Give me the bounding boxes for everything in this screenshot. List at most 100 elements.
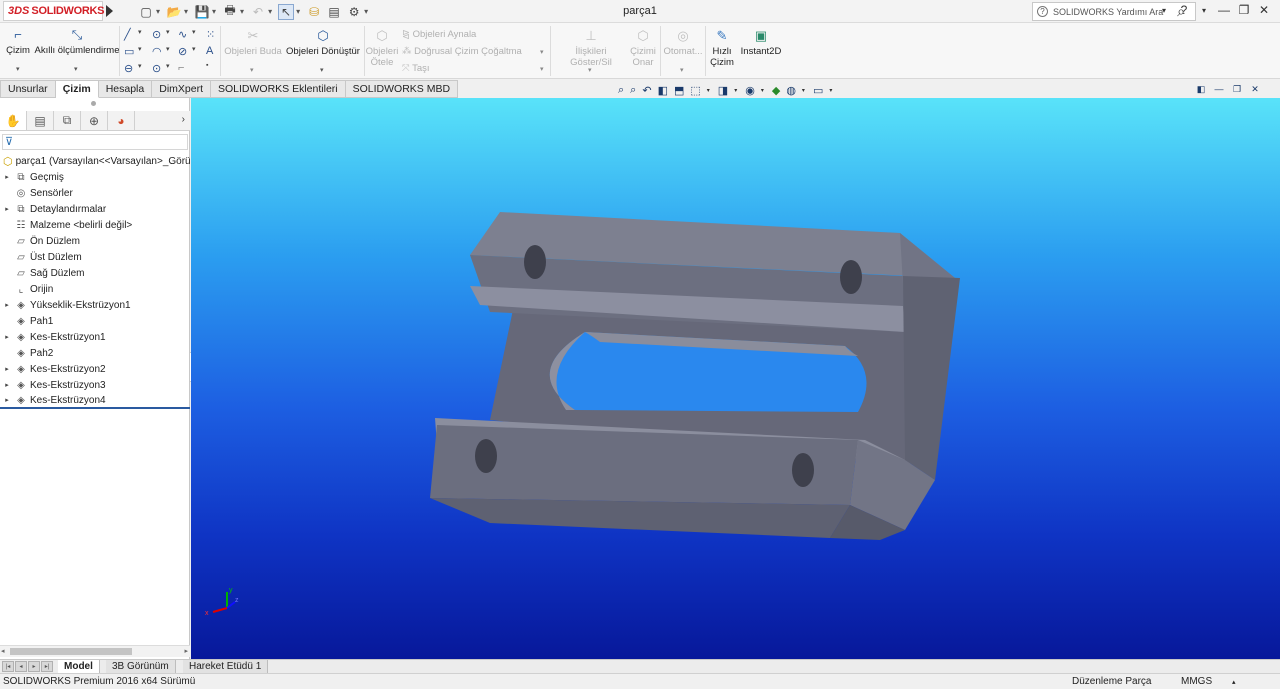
slot-dropdown-icon[interactable]: ▾ bbox=[138, 62, 142, 70]
select-icon[interactable]: ↖ bbox=[278, 3, 295, 20]
tree-item[interactable]: ▱ Ön Düzlem bbox=[0, 233, 190, 249]
view-orientation-dropdown-icon[interactable]: ▾ bbox=[707, 87, 710, 94]
select-dropdown-icon[interactable]: ▾ bbox=[296, 7, 300, 16]
previous-view-icon[interactable]: ↶ bbox=[642, 84, 651, 97]
cmd-tab-5[interactable]: SOLIDWORKS MBD bbox=[345, 80, 459, 98]
units-dropdown-icon[interactable]: ▴ bbox=[1232, 678, 1236, 686]
trim-entities-button[interactable]: ✂ Objeleri Buda bbox=[224, 29, 282, 57]
viewport-restore-icon[interactable]: ❐ bbox=[1228, 84, 1246, 95]
trim-dropdown-icon[interactable]: ▾ bbox=[250, 66, 254, 74]
solidworks-logo[interactable]: 3DS SOLIDWORKS bbox=[3, 1, 104, 21]
cmd-tab-0[interactable]: Unsurlar bbox=[0, 80, 56, 98]
polygon-icon[interactable]: ⊘ bbox=[178, 45, 187, 58]
linear-pattern-dropdown-icon[interactable]: ▾ bbox=[540, 48, 544, 56]
tree-item[interactable]: ☷ Malzeme <belirli değil> bbox=[0, 217, 190, 233]
fillet-dropdown-icon[interactable]: ▪ bbox=[206, 62, 208, 69]
dimxpert-manager-tab[interactable]: ⊕ bbox=[81, 111, 108, 130]
cmd-tab-1[interactable]: Çizim bbox=[55, 80, 99, 98]
last-tab-icon[interactable]: ▸| bbox=[41, 661, 53, 672]
slot-icon[interactable]: ⊖ bbox=[124, 62, 133, 75]
undo-icon[interactable]: ↶ bbox=[250, 4, 266, 20]
unit-system-selector[interactable]: MMGS bbox=[1181, 676, 1212, 687]
expand-arrow-icon[interactable]: ▸ bbox=[0, 381, 14, 389]
first-tab-icon[interactable]: |◂ bbox=[2, 661, 14, 672]
hide-show-dropdown-icon[interactable]: ▾ bbox=[761, 87, 764, 94]
help-dropdown-icon[interactable]: ▾ bbox=[1194, 6, 1214, 15]
tree-item[interactable]: ▸ ⧉ Detaylandırmalar bbox=[0, 201, 190, 217]
rapid-sketch-button[interactable]: ✎ Hızlı Çizim bbox=[708, 29, 736, 68]
tree-item[interactable]: ▱ Üst Düzlem bbox=[0, 249, 190, 265]
convert-entities-button[interactable]: ⬡ Objeleri Dönüştür bbox=[285, 29, 361, 57]
configuration-manager-tab[interactable]: ⧉ bbox=[54, 111, 81, 130]
tree-item[interactable]: ◎ Sensörler bbox=[0, 185, 190, 201]
repair-sketch-button[interactable]: ⬡ Çizimi Onar bbox=[627, 29, 659, 68]
arc-icon[interactable]: ◠ bbox=[152, 45, 162, 58]
view-settings-dropdown-icon[interactable]: ▾ bbox=[829, 87, 832, 94]
move-entities-button[interactable]: ⤧ Taşı bbox=[402, 63, 430, 74]
polygon-dropdown-icon[interactable]: ▾ bbox=[192, 45, 196, 53]
new-document-icon[interactable]: ▢ bbox=[138, 4, 154, 20]
tree-item[interactable]: ▱ Sağ Düzlem bbox=[0, 265, 190, 281]
open-dropdown-icon[interactable]: ▾ bbox=[184, 7, 188, 16]
point-grid-icon[interactable]: ⁙ bbox=[206, 28, 215, 41]
tree-item[interactable]: ▸ ◈ Kes-Ekstrüzyon4 bbox=[0, 393, 190, 409]
convert-dropdown-icon[interactable]: ▾ bbox=[320, 66, 324, 74]
file-properties-icon[interactable]: ▤ bbox=[326, 4, 342, 20]
ellipse-dropdown-icon[interactable]: ▾ bbox=[166, 62, 170, 70]
apply-scene-dropdown-icon[interactable]: ▾ bbox=[802, 87, 805, 94]
expand-arrow-icon[interactable]: ▸ bbox=[0, 205, 14, 213]
relations-dropdown-icon[interactable]: ▾ bbox=[588, 66, 592, 74]
cmd-tab-2[interactable]: Hesapla bbox=[98, 80, 153, 98]
expand-arrow-icon[interactable]: ▸ bbox=[0, 396, 14, 404]
circle-dropdown-icon[interactable]: ▾ bbox=[166, 28, 170, 36]
tree-root-part[interactable]: ⬡ parça1 (Varsayılan<<Varsayılan>_Görü bbox=[0, 153, 190, 169]
help-button[interactable]: ? bbox=[1174, 3, 1194, 17]
mirror-entities-button[interactable]: ⧎ Objeleri Aynala bbox=[402, 29, 476, 40]
section-view-icon[interactable]: ◧ bbox=[658, 84, 668, 97]
display-style-dropdown-icon[interactable]: ▾ bbox=[734, 87, 737, 94]
expand-arrow-icon[interactable]: ▸ bbox=[0, 301, 14, 309]
dynamic-annotation-icon[interactable]: ⬒ bbox=[674, 84, 684, 97]
close-icon[interactable]: ✕ bbox=[1254, 3, 1274, 17]
spline-icon[interactable]: ∿ bbox=[178, 28, 187, 41]
tree-item[interactable]: ⌞ Orijin bbox=[0, 281, 190, 297]
instant2d-button[interactable]: ▣ Instant2D bbox=[738, 29, 784, 57]
arc-dropdown-icon[interactable]: ▾ bbox=[166, 45, 170, 53]
smart-dimension-dropdown-icon[interactable]: ▾ bbox=[74, 65, 78, 73]
tree-item[interactable]: ▸ ⧉ Geçmiş bbox=[0, 169, 190, 185]
viewport-minimize-icon[interactable]: — bbox=[1210, 84, 1228, 95]
move-dropdown-icon[interactable]: ▾ bbox=[540, 65, 544, 73]
cmd-tab-3[interactable]: DimXpert bbox=[152, 80, 211, 98]
tree-item[interactable]: ◈ Pah2 bbox=[0, 345, 190, 361]
options-icon[interactable]: ⚙ bbox=[346, 4, 362, 20]
chevron-right-icon[interactable]: › bbox=[182, 114, 185, 125]
sketch-dropdown-icon[interactable]: ▾ bbox=[16, 65, 20, 73]
horizontal-scrollbar[interactable]: ◂ ▸ bbox=[0, 645, 190, 657]
rectangle-icon[interactable]: ▭ bbox=[124, 45, 134, 58]
restore-icon[interactable]: ❐ bbox=[1234, 3, 1254, 17]
print-dropdown-icon[interactable]: ▾ bbox=[240, 7, 244, 16]
sketch-button[interactable]: ⌐ Çizim bbox=[4, 28, 32, 56]
circle-icon[interactable]: ⊙ bbox=[152, 28, 161, 41]
menu-expand-arrow-icon[interactable] bbox=[106, 5, 113, 17]
search-dropdown-icon[interactable]: ▾ bbox=[1154, 6, 1174, 15]
feature-manager-tab[interactable]: ✋ bbox=[0, 111, 27, 130]
edit-appearance-icon[interactable]: ◆ bbox=[772, 84, 780, 97]
rebuild-icon[interactable]: ⛁ bbox=[306, 4, 322, 20]
hide-show-items-icon[interactable]: ◉ bbox=[745, 84, 755, 97]
line-icon[interactable]: ╱ bbox=[124, 28, 131, 41]
graphics-viewport[interactable]: y x z bbox=[191, 98, 1280, 659]
expand-arrow-icon[interactable]: ▸ bbox=[0, 173, 14, 181]
expand-arrow-icon[interactable]: ▸ bbox=[0, 333, 14, 341]
prev-tab-icon[interactable]: ◂ bbox=[15, 661, 27, 672]
view-orientation-icon[interactable]: ⬚ bbox=[690, 84, 700, 97]
tree-item[interactable]: ▸ ◈ Yükseklik-Ekstrüzyon1 bbox=[0, 297, 190, 313]
display-style-icon[interactable]: ◨ bbox=[718, 84, 728, 97]
tree-item[interactable]: ▸ ◈ Kes-Ekstrüzyon1 bbox=[0, 329, 190, 345]
view-settings-icon[interactable]: ▭ bbox=[813, 84, 823, 97]
save-icon[interactable]: 💾 bbox=[194, 4, 210, 20]
spline-dropdown-icon[interactable]: ▾ bbox=[192, 28, 196, 36]
cmd-tab-4[interactable]: SOLIDWORKS Eklentileri bbox=[211, 80, 346, 98]
model-tab-0[interactable]: Model bbox=[58, 660, 100, 673]
viewport-close-icon[interactable]: ✕ bbox=[1246, 84, 1264, 95]
